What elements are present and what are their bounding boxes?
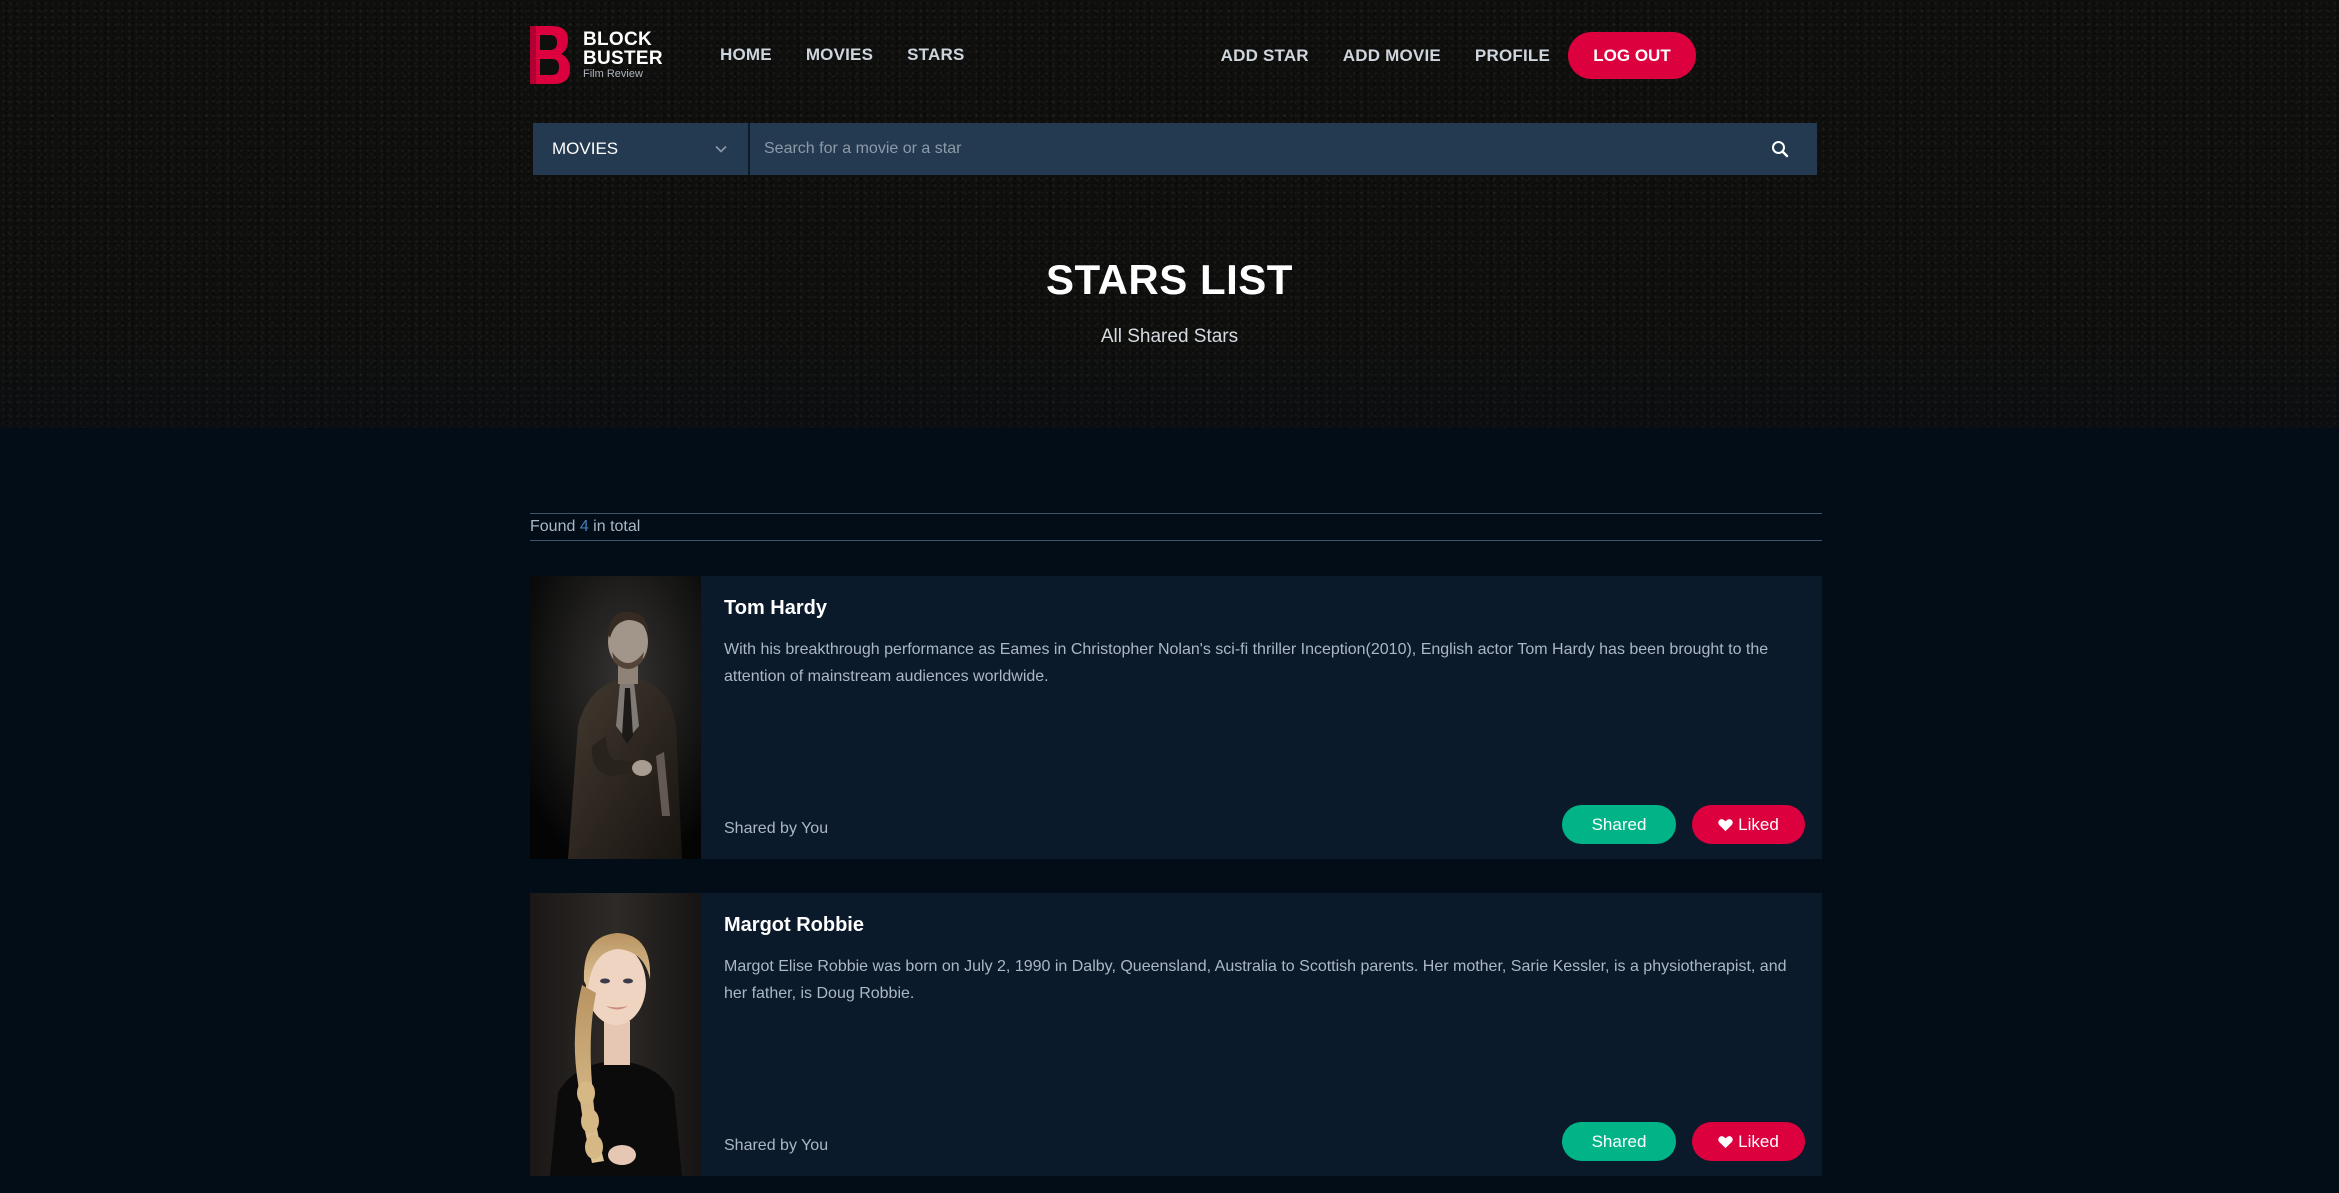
star-name[interactable]: Tom Hardy: [724, 597, 1805, 620]
nav-add-star[interactable]: ADD STAR: [1221, 46, 1309, 66]
star-actions: Shared Liked: [1562, 1122, 1805, 1161]
hero-header: BLOCK BUSTER Film Review HOME MOVIES STA…: [0, 0, 2339, 428]
search-input[interactable]: [750, 123, 1743, 175]
logo-b-icon: [530, 26, 570, 84]
liked-button[interactable]: Liked: [1692, 805, 1805, 844]
search-category-value: MOVIES: [552, 139, 619, 158]
results-prefix: Found: [530, 518, 580, 535]
results-suffix: in total: [588, 518, 641, 535]
chevron-down-icon: [715, 145, 727, 153]
heart-icon: [1718, 818, 1733, 831]
star-shared-by: Shared by You: [724, 1137, 829, 1154]
star-card: Tom Hardy With his breakthrough performa…: [530, 576, 1822, 859]
logo-wordmark: BLOCK BUSTER Film Review: [583, 30, 663, 81]
logo-tagline: Film Review: [583, 68, 643, 80]
nav-home[interactable]: HOME: [720, 45, 772, 65]
nav-add-movie[interactable]: ADD MOVIE: [1343, 46, 1441, 66]
liked-label: Liked: [1738, 1131, 1779, 1151]
logout-button[interactable]: LOG OUT: [1568, 32, 1696, 79]
star-name[interactable]: Margot Robbie: [724, 914, 1805, 937]
user-nav: ADD STAR ADD MOVIE PROFILE LOG OUT: [1221, 32, 1696, 79]
nav-stars[interactable]: STARS: [907, 45, 964, 65]
shared-button[interactable]: Shared: [1562, 805, 1676, 844]
star-photo[interactable]: [530, 576, 701, 859]
heart-icon: [1718, 1135, 1733, 1148]
logo-line2: BUSTER: [583, 48, 663, 69]
shared-button[interactable]: Shared: [1562, 1122, 1676, 1161]
search-bar: MOVIES: [533, 123, 1817, 175]
page-title: STARS LIST: [1046, 256, 1293, 303]
liked-button[interactable]: Liked: [1692, 1122, 1805, 1161]
main-nav: HOME MOVIES STARS: [720, 45, 965, 65]
star-card: Margot Robbie Margot Elise Robbie was bo…: [530, 893, 1822, 1176]
star-info: Margot Robbie Margot Elise Robbie was bo…: [701, 893, 1822, 1176]
results-count-number: 4: [579, 518, 589, 535]
nav-movies[interactable]: MOVIES: [806, 45, 873, 65]
star-bio: Margot Elise Robbie was born on July 2, …: [724, 958, 1787, 1002]
star-actions: Shared Liked: [1562, 805, 1805, 844]
star-photo[interactable]: [530, 893, 701, 1176]
nav-profile[interactable]: PROFILE: [1475, 46, 1550, 66]
logo-line1: BLOCK: [583, 29, 653, 50]
star-info: Tom Hardy With his breakthrough performa…: [701, 576, 1822, 859]
page-subtitle: All Shared Stars: [1100, 326, 1239, 347]
liked-label: Liked: [1738, 814, 1779, 834]
star-shared-by: Shared by You: [724, 820, 829, 837]
star-portrait-image: [530, 893, 701, 1176]
search-category-select[interactable]: MOVIES: [533, 123, 750, 175]
search-icon: [1772, 141, 1789, 158]
site-logo[interactable]: BLOCK BUSTER Film Review: [530, 24, 670, 86]
star-portrait-image: [530, 576, 701, 859]
results-count: Found 4 in total: [530, 513, 1822, 541]
search-button[interactable]: [1743, 123, 1817, 175]
star-bio: With his breakthrough performance as Eam…: [724, 641, 1769, 685]
